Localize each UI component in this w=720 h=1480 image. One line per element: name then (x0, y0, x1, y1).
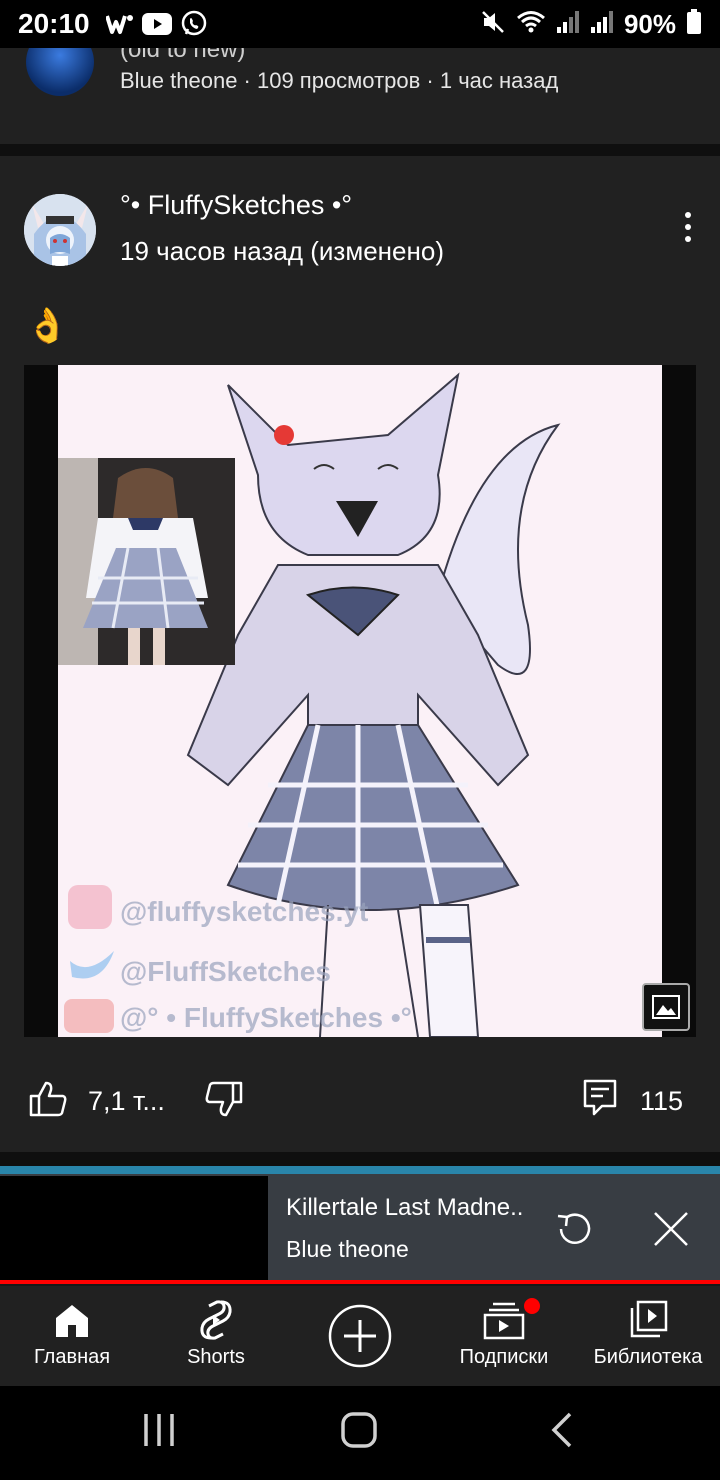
nav-shorts-label: Shorts (187, 1346, 245, 1368)
mini-player[interactable]: Killertale Last Madne.. Blue theone (0, 1166, 720, 1284)
battery-icon (686, 8, 702, 40)
dislike-icon[interactable] (204, 1080, 244, 1123)
channel-name[interactable]: °• FluffySketches •° (120, 190, 352, 221)
community-post: °• FluffySketches •° 19 часов назад (изм… (0, 156, 720, 1152)
wifi-icon (516, 9, 546, 40)
replay-icon[interactable] (552, 1206, 598, 1257)
mini-player-title[interactable]: Killertale Last Madne.. (286, 1194, 523, 1222)
feed-separator (0, 144, 720, 156)
library-icon (576, 1296, 720, 1344)
post-timestamp: 19 часов назад (изменено) (120, 236, 444, 266)
reference-photo (58, 458, 235, 665)
home-icon (0, 1296, 144, 1344)
close-icon[interactable] (652, 1210, 690, 1253)
bottom-nav: Главная Shorts Подписки Библиотека (0, 1286, 720, 1386)
nav-subscriptions-label: Подписки (459, 1346, 549, 1368)
shorts-icon (144, 1296, 288, 1344)
mini-player-video[interactable] (0, 1176, 268, 1284)
comment-count: 115 (640, 1086, 684, 1116)
previous-post-card[interactable]: (old to new) Blue theone · 109 просмотро… (0, 28, 720, 144)
post-actions: 7,1 т... 115 (0, 1076, 720, 1128)
nav-shorts[interactable]: Shorts (144, 1296, 288, 1369)
like-count: 7,1 т... (88, 1086, 165, 1116)
watermark-twitter: @FluffSketches (120, 956, 331, 987)
post-image[interactable]: @fluffysketches.yt @FluffSketches @° • F… (24, 365, 696, 1037)
nav-home-label: Главная (33, 1346, 111, 1368)
like-icon[interactable] (28, 1080, 68, 1123)
watermark-instagram: @fluffysketches.yt (120, 896, 368, 927)
channel-avatar[interactable] (24, 194, 96, 266)
w-app-icon (105, 12, 134, 36)
feed-separator-2 (0, 1152, 720, 1166)
create-icon (288, 1296, 432, 1376)
notification-dot (522, 1296, 542, 1316)
viber-icon (180, 10, 208, 38)
nav-home[interactable]: Главная (0, 1296, 144, 1369)
nav-subscriptions[interactable]: Подписки (432, 1296, 576, 1369)
comment-icon[interactable] (582, 1078, 618, 1123)
post-text: 👌 (26, 307, 69, 345)
nav-library[interactable]: Библиотека (576, 1296, 720, 1369)
mute-icon (480, 9, 506, 40)
mini-player-channel: Blue theone (286, 1236, 409, 1262)
more-options-icon[interactable] (676, 212, 700, 248)
back-icon[interactable] (548, 1412, 576, 1453)
artwork-image: @fluffysketches.yt @FluffSketches @° • F… (58, 365, 662, 1037)
nav-library-label: Библиотека (593, 1346, 703, 1368)
recent-apps-icon[interactable] (142, 1412, 176, 1453)
watermark-youtube: @° • FluffySketches •° (120, 1002, 412, 1033)
signal-icon-2 (590, 9, 614, 40)
status-time: 20:10 (18, 8, 90, 39)
signal-icon (556, 9, 580, 40)
youtube-icon (141, 13, 172, 35)
status-bar: 20:10 90% (0, 0, 720, 48)
subscriptions-icon (432, 1296, 576, 1344)
nav-create[interactable] (288, 1296, 432, 1376)
battery-percent: 90% (623, 8, 676, 39)
image-gallery-icon[interactable] (642, 983, 690, 1031)
home-button-icon[interactable] (340, 1412, 378, 1453)
previous-post-meta: Blue theone · 109 просмотров · 1 час наз… (120, 68, 559, 93)
mini-player-progress (0, 1280, 720, 1284)
system-nav-bar (0, 1386, 720, 1480)
